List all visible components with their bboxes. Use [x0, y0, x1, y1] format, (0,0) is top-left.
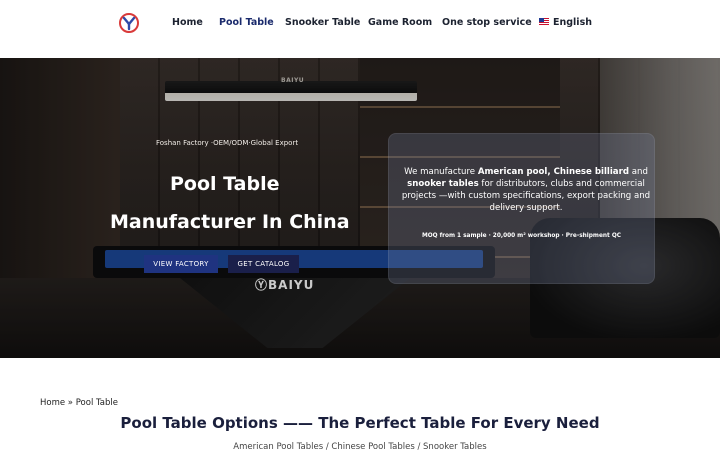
section-subtitle: American Pool Tables / Chinese Pool Tabl…	[233, 442, 487, 452]
breadcrumb-separator: »	[65, 398, 76, 408]
table-brand-text: BAIYU	[268, 278, 315, 292]
card-text-bold: American pool, Chinese billiard	[477, 167, 629, 177]
card-text-part: and	[629, 167, 648, 177]
hero-card-description: We manufacture American pool, Chinese bi…	[395, 166, 657, 214]
nav-one-stop-service[interactable]: One stop service	[442, 17, 532, 28]
get-catalog-button[interactable]: GET CATALOG	[228, 255, 299, 273]
hero-banner: BAIYU Foshan Factory ·OEM/ODM·Global Exp…	[0, 58, 720, 358]
breadcrumb: Home » Pool Table	[40, 398, 118, 408]
language-switcher[interactable]: English	[539, 17, 592, 28]
nav-pool-table[interactable]: Pool Table	[219, 17, 274, 28]
view-factory-button[interactable]: VIEW FACTORY	[144, 255, 218, 273]
card-text-bold: snooker tables	[407, 179, 479, 189]
breadcrumb-current: Pool Table	[75, 398, 118, 408]
language-label: English	[553, 17, 592, 28]
hero-title-line2: Manufacturer In China	[110, 211, 350, 233]
hero-title-line1: Pool Table	[170, 173, 280, 195]
site-header: Home Pool Table Snooker Table Game Room …	[0, 0, 720, 58]
nav-snooker-table[interactable]: Snooker Table	[285, 17, 360, 28]
table-brand-logo: ⓎBAIYU	[255, 278, 315, 292]
card-text-part: We manufacture	[404, 167, 478, 177]
section-title: Pool Table Options —— The Perfect Table …	[120, 414, 600, 432]
breadcrumb-home[interactable]: Home	[40, 398, 65, 408]
hero-card-stats: MOQ from 1 sample · 20,000 m² workshop ·…	[421, 233, 622, 239]
nav-home[interactable]: Home	[172, 17, 203, 28]
us-flag-icon	[539, 18, 549, 25]
hero-tagline: Foshan Factory ·OEM/ODM·Global Export	[156, 139, 299, 147]
brand-logo-icon[interactable]	[119, 13, 139, 33]
nav-game-room[interactable]: Game Room	[368, 17, 432, 28]
